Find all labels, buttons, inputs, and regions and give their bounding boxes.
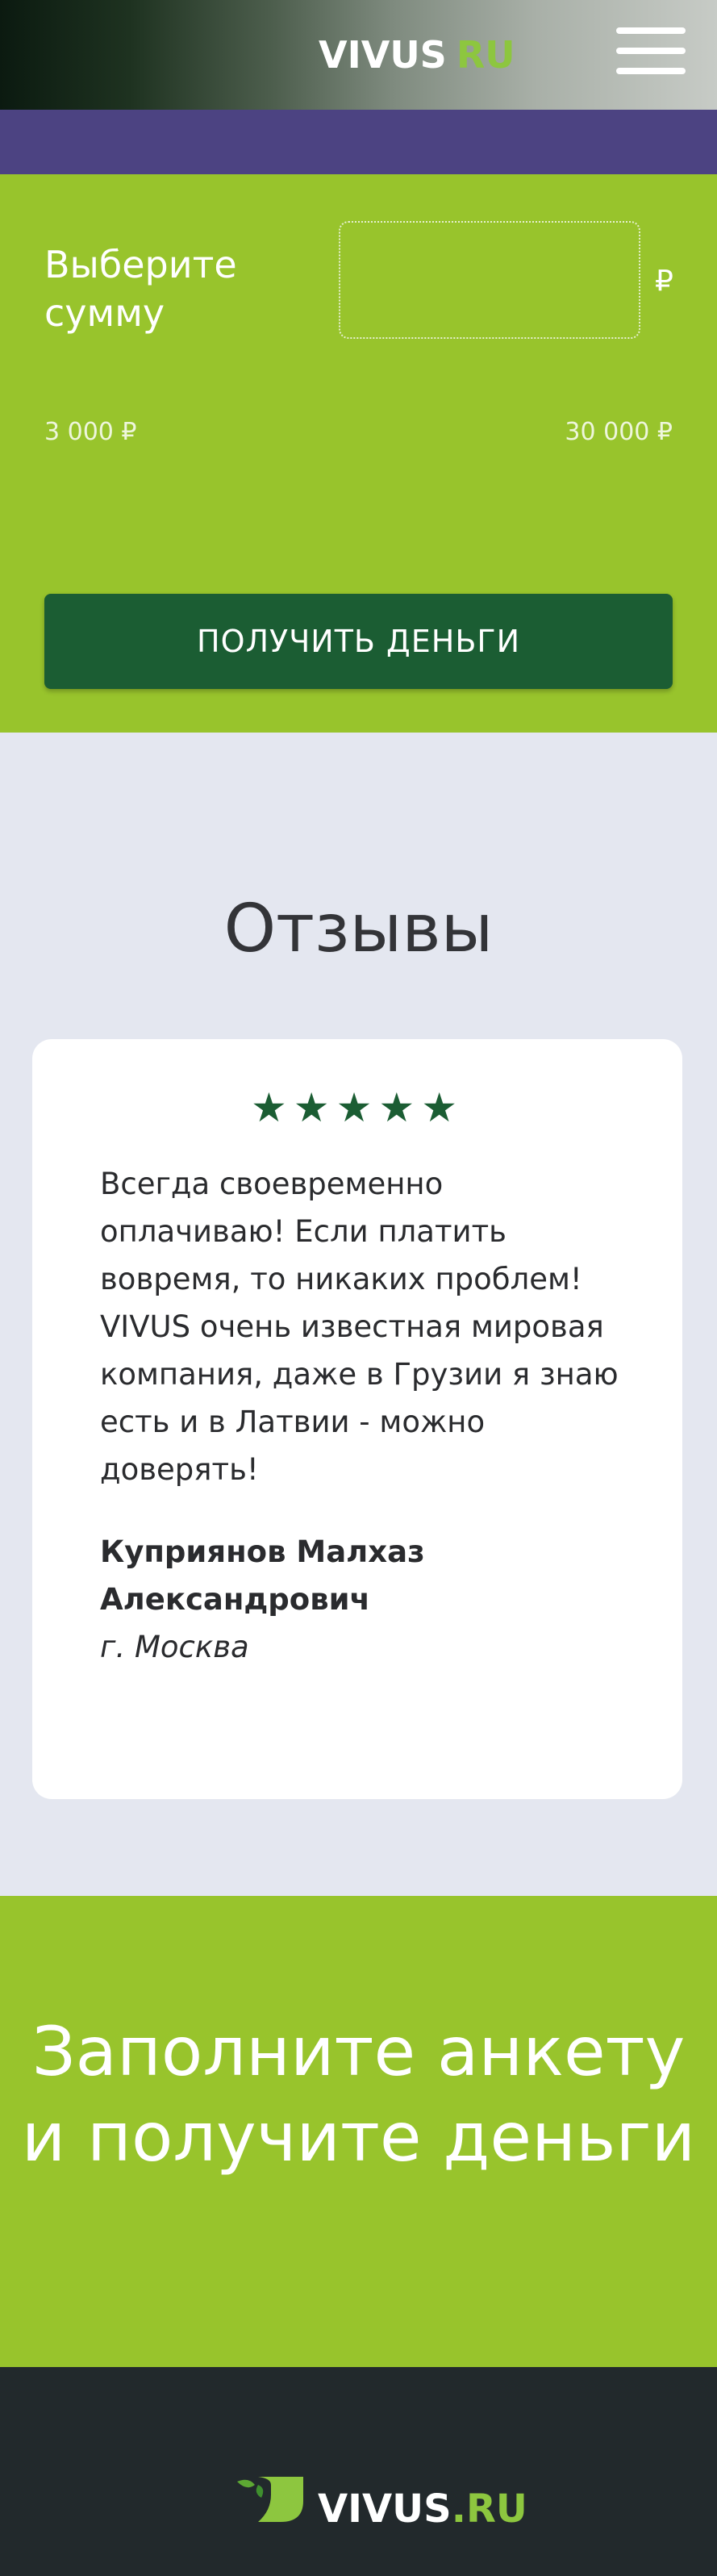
menu-line [616,27,686,34]
review-card: ★★★★★ Всегда своевременно оплачиваю! Есл… [32,1039,682,1799]
choose-amount-label: Выберите сумму [44,243,237,335]
ruble-sign: ₽ [655,265,673,298]
review-author: Куприянов Малхаз Александрович [100,1534,425,1617]
menu-line [616,48,686,54]
min-amount-label: 3 000 ₽ [44,418,137,446]
logo-main-text: VIVUS [319,33,447,77]
vivus-leaf-logo-icon [237,2477,303,2522]
footer: VIVUS.RU [0,2367,717,2576]
amount-input[interactable] [339,221,640,339]
reviews-heading: Отзывы [223,891,494,968]
footer-logo-dot: . [451,2486,466,2532]
vivus-logo[interactable]: VIVUS RU [319,31,515,79]
cta-banner: Заполните анкету и получите деньги [0,1896,717,2367]
footer-logo-text: VIVUS.RU [318,2483,527,2535]
cta-heading: Заполните анкету и получите деньги [21,2012,696,2177]
footer-logo-main: VIVUS [318,2486,452,2532]
top-header: VIVUS RU [0,0,717,110]
purple-banner-strip [0,110,717,174]
logo-accent-text: RU [456,33,515,77]
hamburger-menu-icon[interactable] [616,27,686,74]
max-amount-label: 30 000 ₽ [565,418,673,446]
get-money-button[interactable]: ПОЛУЧИТЬ ДЕНЬГИ [44,594,673,689]
loan-calculator: Выберите сумму ₽ 3 000 ₽ 30 000 ₽ ПОЛУЧИ… [0,174,717,733]
review-text: Всегда своевременно оплачиваю! Если плат… [100,1167,619,1487]
footer-logo-accent: RU [465,2486,527,2532]
menu-line [616,68,686,74]
review-city: г. Москва [100,1630,249,1664]
star-rating-icon: ★★★★★ [250,1084,465,1131]
